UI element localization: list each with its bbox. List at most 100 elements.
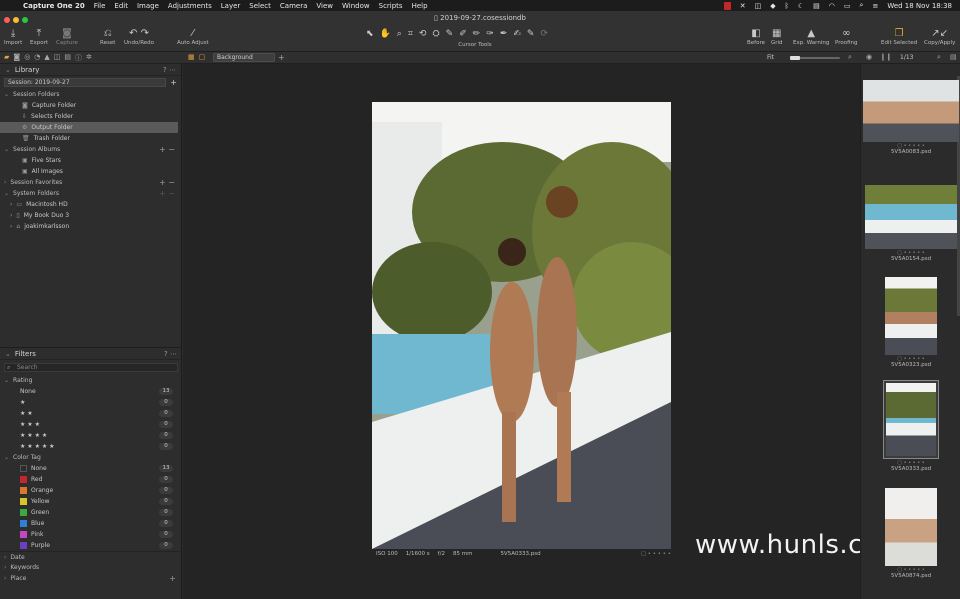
rating-row[interactable]: ★ 0: [0, 397, 182, 408]
add-album-icon[interactable]: + −: [159, 145, 175, 154]
multi-view-icon[interactable]: ▦: [188, 53, 195, 61]
rating-row[interactable]: ★ ★ ★ ★ 0: [0, 430, 182, 441]
color-tag-row[interactable]: None 13: [0, 463, 182, 474]
plug-icon[interactable]: ◫: [755, 2, 762, 10]
chevron-down-icon[interactable]: ⌄: [5, 350, 11, 358]
chevron-down-icon[interactable]: ⌄: [5, 66, 11, 74]
rating-row[interactable]: ★ ★ ★ ★ ★ 0: [0, 441, 182, 452]
copy-apply-button[interactable]: ↗↙ Copy/Apply: [924, 28, 955, 46]
bird-icon[interactable]: ✕: [740, 2, 746, 10]
menu-edit[interactable]: Edit: [114, 2, 128, 10]
menu-image[interactable]: Image: [137, 2, 159, 10]
zoom-fit[interactable]: Fit: [767, 54, 774, 61]
thumbnail[interactable]: ▢ • • • • • 5V5A0154.psd: [863, 185, 959, 262]
capture-tab-icon[interactable]: ◙: [13, 53, 20, 63]
folder-selects[interactable]: ⇩ Selects Folder: [0, 111, 181, 122]
edit-selected-button[interactable]: ❐ Edit Selected: [881, 28, 917, 46]
undo-redo-button[interactable]: ↶ ↷ Undo/Redo: [124, 28, 154, 46]
album-five-stars[interactable]: ▣ Five Stars: [0, 155, 181, 166]
menu-window[interactable]: Window: [342, 2, 370, 10]
add-place-icon[interactable]: +: [169, 574, 176, 583]
metadata-tab-icon[interactable]: ⓘ: [75, 53, 82, 63]
rating-row[interactable]: None 13: [0, 386, 182, 397]
before-button[interactable]: ◧ Before: [747, 28, 765, 46]
library-menu-icon[interactable]: ? ⋯: [163, 66, 176, 74]
section-rating[interactable]: ⌄ Rating: [0, 375, 182, 386]
rating-stars[interactable]: ▢ • • • • •: [641, 551, 671, 557]
bluetooth-icon[interactable]: ᛒ: [785, 2, 789, 10]
battery-icon[interactable]: ▭: [844, 2, 851, 10]
section-place[interactable]: › Place +: [0, 573, 182, 584]
color-tab-icon[interactable]: ◔: [34, 53, 40, 63]
reset-button[interactable]: ⎌ Reset: [100, 28, 115, 46]
menu-select[interactable]: Select: [249, 2, 271, 10]
export-button[interactable]: ⤒ Export: [30, 28, 48, 46]
crop-tool-icon[interactable]: ⌗: [408, 29, 413, 39]
folder-trash[interactable]: 🗑 Trash Folder: [0, 133, 181, 144]
add-favorite-icon[interactable]: + −: [159, 178, 175, 187]
thumbnail-selected[interactable]: ▢ • • • • • 5V5A0333.psd: [863, 380, 959, 472]
section-session-albums[interactable]: ⌄ Session Albums + −: [0, 144, 181, 155]
dropbox-icon[interactable]: ◆: [770, 2, 775, 10]
keystone-tool-icon[interactable]: ⛭: [432, 29, 439, 39]
filters-menu-icon[interactable]: ? ⋯: [164, 350, 177, 358]
thumbnail[interactable]: ▢ • • • • • 5V5A0874.psd: [863, 488, 959, 579]
thumbnail[interactable]: ▢ • • • • • 5V5A0323.psd: [863, 277, 959, 368]
picker-tool-icon[interactable]: ✍: [513, 29, 521, 39]
menu-view[interactable]: View: [316, 2, 333, 10]
background-select[interactable]: Background: [213, 53, 275, 62]
drive-macintosh-hd[interactable]: › ▭ Macintosh HD: [0, 199, 181, 210]
menu-file[interactable]: File: [94, 2, 106, 10]
section-session-favorites[interactable]: › Session Favorites + −: [0, 177, 181, 188]
pan-tool-icon[interactable]: ✋: [380, 29, 391, 39]
thumbnail[interactable]: ▢ • • • • • 5V5A0083.psd: [863, 80, 959, 155]
app-menu[interactable]: Capture One 20: [23, 2, 85, 10]
section-keywords[interactable]: › Keywords: [0, 562, 182, 573]
color-tag-row[interactable]: Green 0: [0, 507, 182, 518]
vpn-icon[interactable]: ▤: [813, 2, 820, 10]
settings-tab-icon[interactable]: ✲: [86, 53, 92, 63]
color-tag-row[interactable]: Pink 0: [0, 529, 182, 540]
lens-tab-icon[interactable]: ◎: [24, 53, 30, 63]
clone-tool-icon[interactable]: ✒: [500, 29, 508, 39]
album-all-images[interactable]: ▣ All Images: [0, 166, 181, 177]
zoom-slider-handle[interactable]: [790, 56, 800, 60]
menu-help[interactable]: Help: [412, 2, 428, 10]
exposure-warning-button[interactable]: ▲ Exp. Warning: [793, 28, 829, 46]
annotate-tool-icon[interactable]: ✎: [527, 29, 535, 39]
section-date[interactable]: › Date: [0, 551, 182, 562]
search-icon[interactable]: ⌕: [860, 1, 864, 10]
color-tag-row[interactable]: Red 0: [0, 474, 182, 485]
heal-tool-icon[interactable]: ✑: [486, 29, 494, 39]
control-center-icon[interactable]: ≡: [872, 2, 878, 10]
filters-search-input[interactable]: Search: [4, 363, 178, 372]
pause-icon[interactable]: ❙❙: [880, 53, 892, 61]
add-icon[interactable]: +: [278, 53, 285, 62]
browser-search-icon[interactable]: ⌕: [937, 53, 941, 62]
rotate-tool-icon[interactable]: ⟲: [419, 29, 427, 39]
add-session-icon[interactable]: +: [170, 78, 177, 87]
loupe-tool-icon[interactable]: ⌕: [397, 29, 402, 39]
section-color-tag[interactable]: ⌄ Color Tag: [0, 452, 182, 463]
color-tag-row[interactable]: Purple 0: [0, 540, 182, 551]
zoom-icon[interactable]: ⌕: [848, 53, 852, 62]
moon-icon[interactable]: ☾: [798, 2, 804, 10]
library-tab-icon[interactable]: ▰: [4, 53, 9, 63]
section-system-folders[interactable]: ⌄ System Folders + −: [0, 188, 181, 199]
menu-layer[interactable]: Layer: [221, 2, 241, 10]
rating-row[interactable]: ★ ★ ★ 0: [0, 419, 182, 430]
capture-button[interactable]: ◙ Capture: [56, 28, 78, 46]
folder-capture[interactable]: ◙ Capture Folder: [0, 100, 181, 111]
details-tab-icon[interactable]: ◫: [54, 53, 61, 63]
proofing-button[interactable]: ∞ Proofing: [835, 28, 858, 46]
color-tag-row[interactable]: Orange 0: [0, 485, 182, 496]
viewer-photo[interactable]: [372, 102, 671, 549]
select-tool-icon[interactable]: ⬉: [366, 29, 374, 39]
folder-output[interactable]: ⚙ Output Folder: [0, 122, 178, 133]
menu-adjustments[interactable]: Adjustments: [168, 2, 212, 10]
eraser-tool-icon[interactable]: ✏: [473, 29, 481, 39]
status-app-icon[interactable]: [723, 1, 731, 10]
auto-adjust-button[interactable]: ⁄ Auto Adjust: [177, 28, 209, 46]
menu-camera[interactable]: Camera: [280, 2, 307, 10]
linear-gradient-icon[interactable]: ✐: [459, 29, 467, 39]
